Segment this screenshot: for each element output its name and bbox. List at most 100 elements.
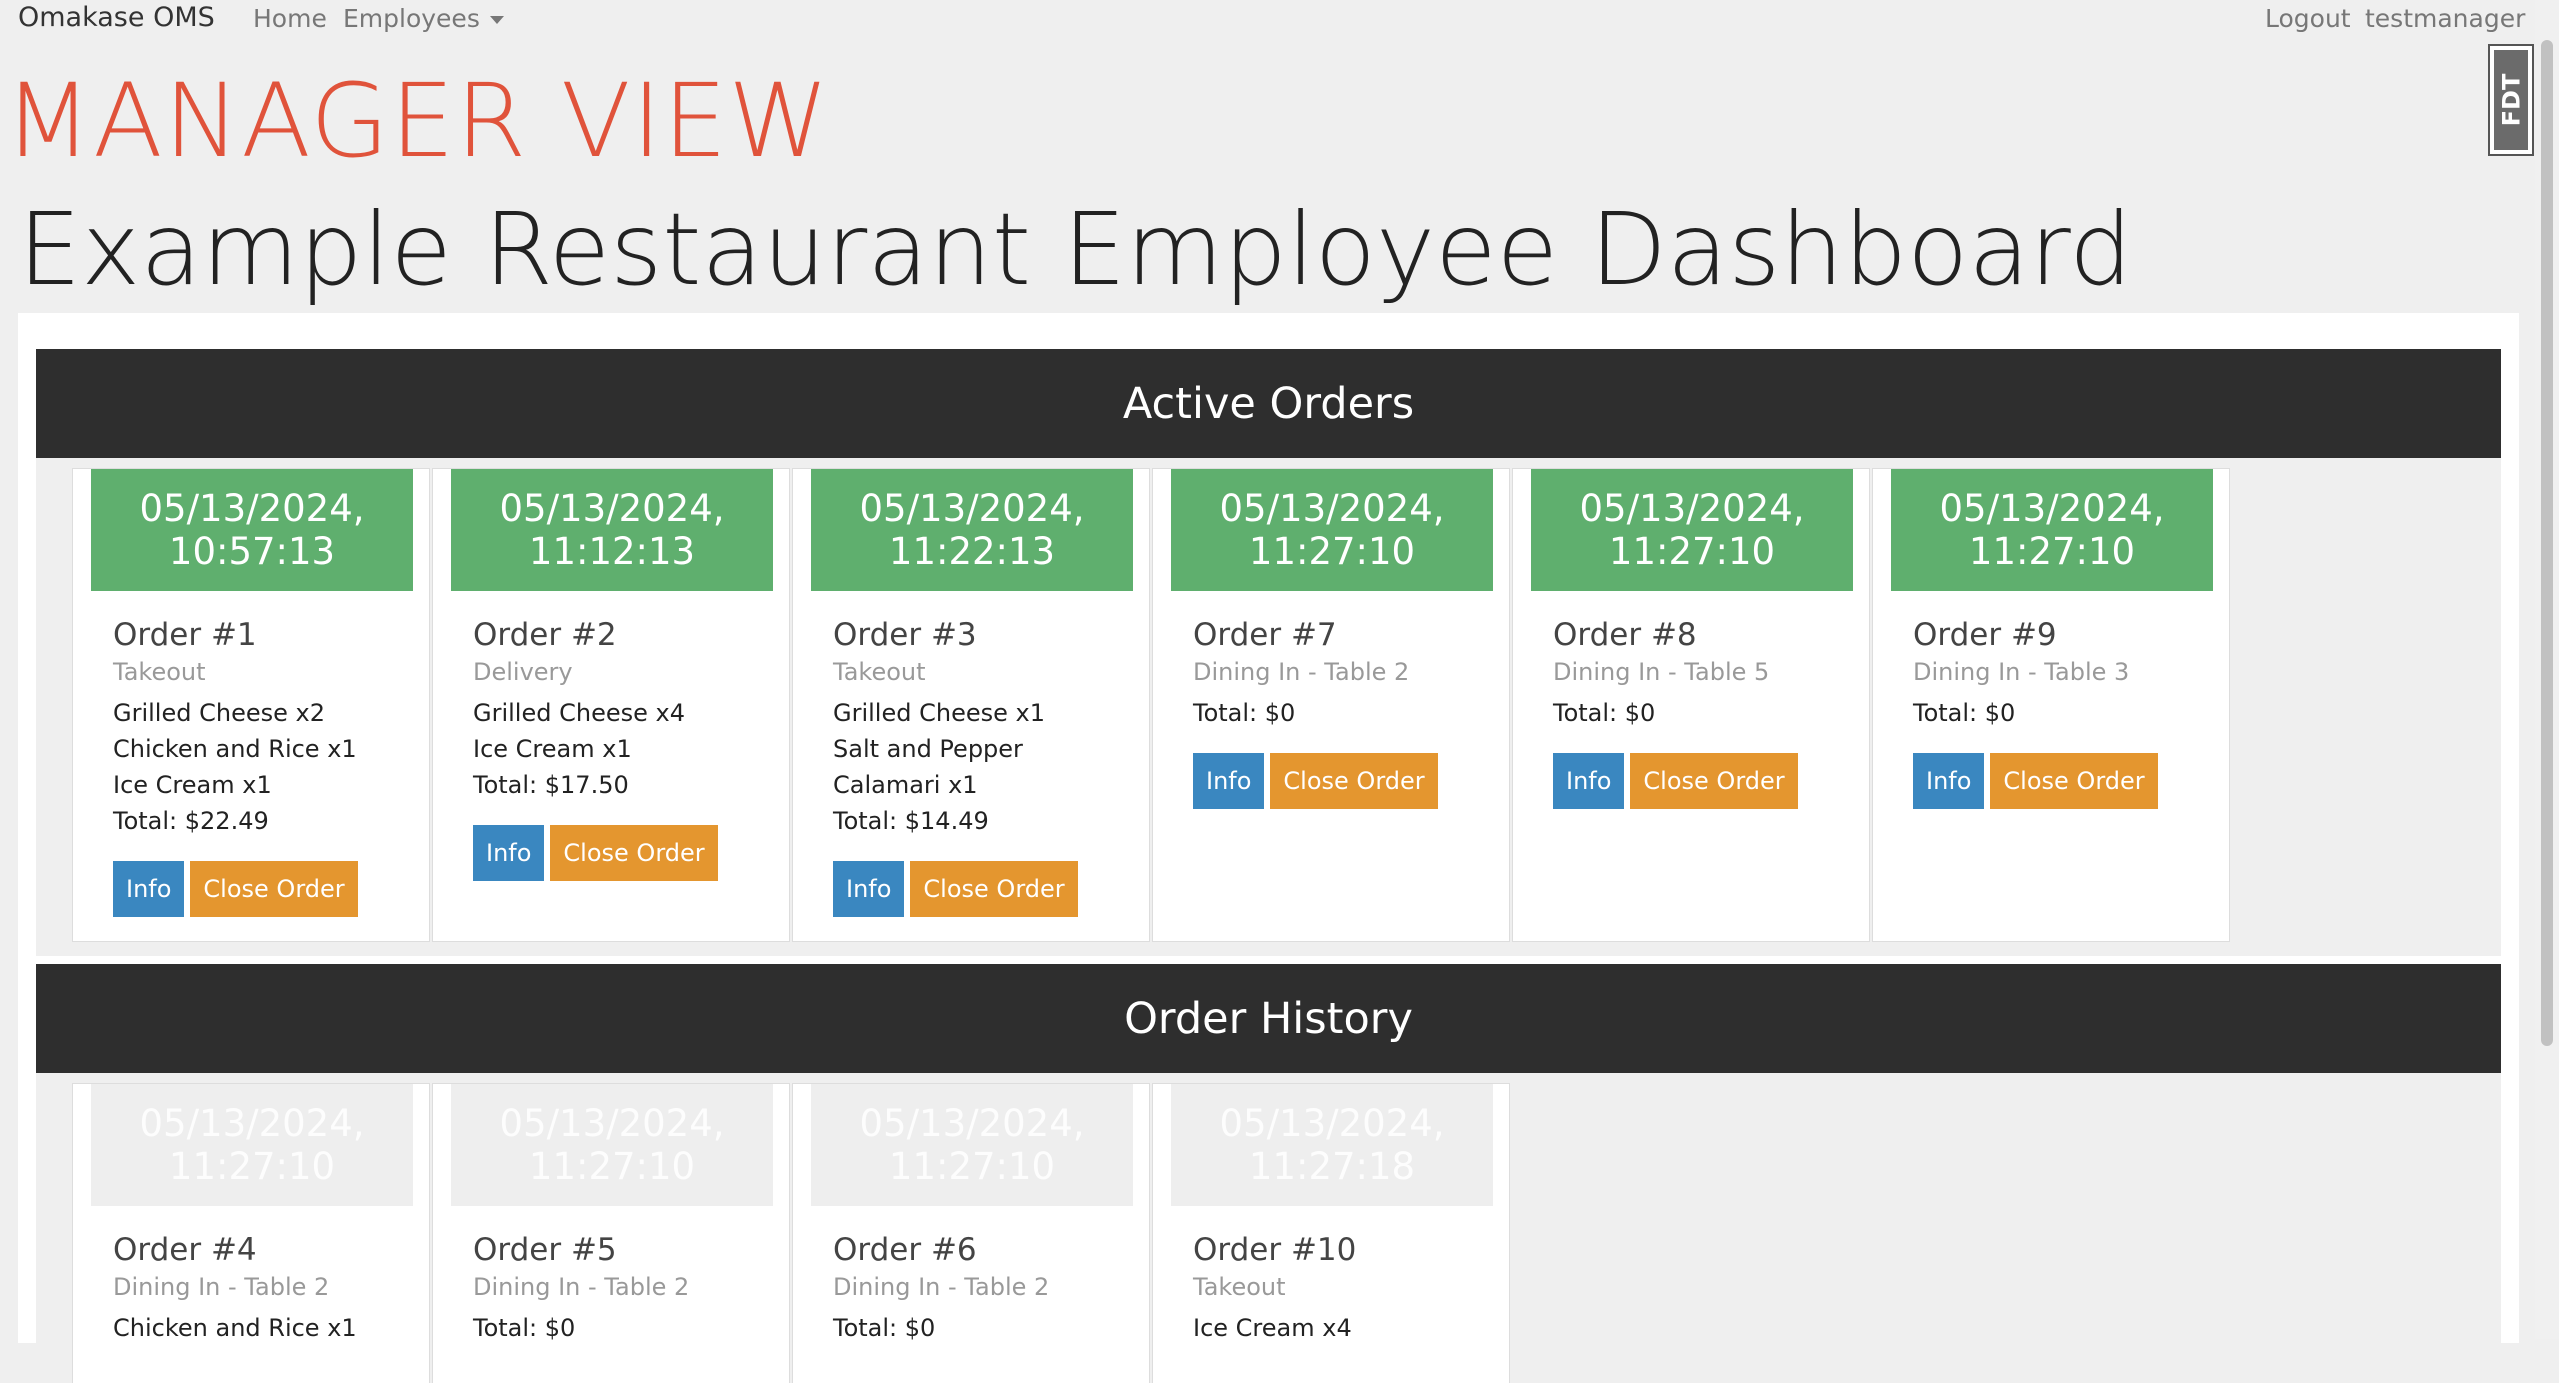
order-timestamp: 05/13/2024, 11:27:10 <box>91 1084 413 1206</box>
order-type: Takeout <box>1193 1273 1286 1301</box>
order-title: Order #10 <box>1193 1232 1357 1268</box>
order-time: 11:27:10 <box>528 1145 696 1188</box>
order-timestamp: 05/13/2024, 11:22:13 <box>811 469 1133 591</box>
order-details: Order #8 Dining In - Table 5 Total: $0 I… <box>1553 615 1843 809</box>
info-button[interactable]: Info <box>1193 753 1265 809</box>
order-title: Order #1 <box>113 617 257 653</box>
order-date: 05/13/2024, <box>1939 487 2165 530</box>
order-type: Dining In - Table 5 <box>1553 658 1770 686</box>
close-order-button[interactable]: Close Order <box>910 861 1078 917</box>
order-line: Total: $0 <box>833 1314 936 1342</box>
order-line: Grilled Cheese x2 <box>113 699 325 727</box>
order-timestamp: 05/13/2024, 11:27:18 <box>1171 1084 1493 1206</box>
fdt-toolbar-handle[interactable]: FDT <box>2488 44 2534 156</box>
page-scrollbar[interactable] <box>2535 0 2559 1339</box>
order-timestamp: 05/13/2024, 11:27:10 <box>1171 469 1493 591</box>
order-type: Dining In - Table 2 <box>473 1273 690 1301</box>
order-line: Calamari x1 <box>833 771 978 799</box>
order-card: 05/13/2024, 11:27:10 Order #5 Dining In -… <box>432 1083 790 1383</box>
order-line: Total: $14.49 <box>833 807 989 835</box>
close-order-button[interactable]: Close Order <box>1630 753 1798 809</box>
order-date: 05/13/2024, <box>1219 1102 1445 1145</box>
order-title: Order #5 <box>473 1232 617 1268</box>
brand-link[interactable]: Omakase OMS <box>18 2 215 33</box>
order-date: 05/13/2024, <box>499 1102 725 1145</box>
order-line: Total: $17.50 <box>473 771 629 799</box>
order-details: Order #3 Takeout Grilled Cheese x1 Salt a… <box>833 615 1123 917</box>
info-button[interactable]: Info <box>833 861 905 917</box>
order-time: 11:27:10 <box>1608 530 1776 573</box>
order-line: Total: $0 <box>1193 699 1296 727</box>
order-details: Order #2 Delivery Grilled Cheese x4 Ice C… <box>473 615 763 881</box>
order-type: Dining In - Table 3 <box>1913 658 2130 686</box>
order-line: Grilled Cheese x4 <box>473 699 685 727</box>
order-date: 05/13/2024, <box>139 487 365 530</box>
order-actions: Info Close Order <box>113 861 403 917</box>
order-time: 11:27:10 <box>168 1145 336 1188</box>
order-line: Salt and Pepper <box>833 735 1023 763</box>
logout-link[interactable]: Logout <box>2265 4 2351 33</box>
order-type: Dining In - Table 2 <box>113 1273 330 1301</box>
order-card: 05/13/2024, 11:12:13 Order #2 Delivery Gr… <box>432 468 790 942</box>
order-line: Total: $0 <box>473 1314 576 1342</box>
info-button[interactable]: Info <box>113 861 185 917</box>
nav-employees-dropdown[interactable]: Employees <box>343 4 504 33</box>
order-details: Order #6 Dining In - Table 2 Total: $0 <box>833 1230 1123 1346</box>
order-actions: Info Close Order <box>1193 753 1483 809</box>
info-button[interactable]: Info <box>473 825 545 881</box>
fdt-logo-icon: FDT <box>2494 50 2528 150</box>
order-type: Delivery <box>473 658 573 686</box>
order-timestamp: 05/13/2024, 11:27:10 <box>1531 469 1853 591</box>
order-card: 05/13/2024, 11:22:13 Order #3 Takeout Gri… <box>792 468 1150 942</box>
order-line: Total: $0 <box>1553 699 1656 727</box>
order-line: Ice Cream x1 <box>473 735 632 763</box>
order-card: 05/13/2024, 11:27:10 Order #9 Dining In -… <box>1872 468 2230 942</box>
fdt-label: FDT <box>2497 73 2525 127</box>
order-details: Order #1 Takeout Grilled Cheese x2 Chicke… <box>113 615 403 917</box>
order-line: Chicken and Rice x1 <box>113 735 357 763</box>
order-title: Order #8 <box>1553 617 1697 653</box>
order-line: Ice Cream x1 <box>113 771 272 799</box>
order-history-list: 05/13/2024, 11:27:10 Order #4 Dining In -… <box>36 1073 2501 1383</box>
page-title: Example Restaurant Employee Dashboard <box>18 191 2133 308</box>
caret-down-icon <box>489 16 504 24</box>
order-title: Order #7 <box>1193 617 1337 653</box>
navbar: Omakase OMS Home Employees Logout testma… <box>0 0 2530 38</box>
order-timestamp: 05/13/2024, 11:27:10 <box>451 1084 773 1206</box>
order-line: Total: $0 <box>1913 699 2016 727</box>
order-line: Chicken and Rice x1 <box>113 1314 357 1342</box>
order-date: 05/13/2024, <box>139 1102 365 1145</box>
role-title: MANAGER VIEW <box>4 62 831 181</box>
order-card: 05/13/2024, 11:27:10 Order #7 Dining In -… <box>1152 468 1510 942</box>
nav-home-link[interactable]: Home <box>253 4 327 33</box>
order-title: Order #6 <box>833 1232 977 1268</box>
info-button[interactable]: Info <box>1553 753 1625 809</box>
scrollbar-thumb[interactable] <box>2541 40 2553 1046</box>
order-time: 11:27:10 <box>1968 530 2136 573</box>
order-time: 11:12:13 <box>528 530 696 573</box>
order-timestamp: 05/13/2024, 10:57:13 <box>91 469 413 591</box>
username-link[interactable]: testmanager <box>2365 4 2525 33</box>
order-time: 11:27:10 <box>888 1145 1056 1188</box>
order-details: Order #10 Takeout Ice Cream x4 <box>1193 1230 1483 1346</box>
order-date: 05/13/2024, <box>1219 487 1445 530</box>
close-order-button[interactable]: Close Order <box>1990 753 2158 809</box>
order-actions: Info Close Order <box>833 861 1123 917</box>
order-time: 11:22:13 <box>888 530 1056 573</box>
order-card: 05/13/2024, 11:27:10 Order #6 Dining In -… <box>792 1083 1150 1383</box>
info-button[interactable]: Info <box>1913 753 1985 809</box>
close-order-button[interactable]: Close Order <box>1270 753 1438 809</box>
order-title: Order #3 <box>833 617 977 653</box>
order-type: Dining In - Table 2 <box>833 1273 1050 1301</box>
order-details: Order #5 Dining In - Table 2 Total: $0 <box>473 1230 763 1346</box>
nav-employees-label: Employees <box>343 4 480 33</box>
order-type: Takeout <box>113 658 206 686</box>
order-timestamp: 05/13/2024, 11:27:10 <box>811 1084 1133 1206</box>
order-card: 05/13/2024, 11:27:10 Order #8 Dining In -… <box>1512 468 1870 942</box>
order-details: Order #4 Dining In - Table 2 Chicken and… <box>113 1230 403 1346</box>
close-order-button[interactable]: Close Order <box>190 861 358 917</box>
order-timestamp: 05/13/2024, 11:12:13 <box>451 469 773 591</box>
order-timestamp: 05/13/2024, 11:27:10 <box>1891 469 2213 591</box>
close-order-button[interactable]: Close Order <box>550 825 718 881</box>
order-type: Takeout <box>833 658 926 686</box>
